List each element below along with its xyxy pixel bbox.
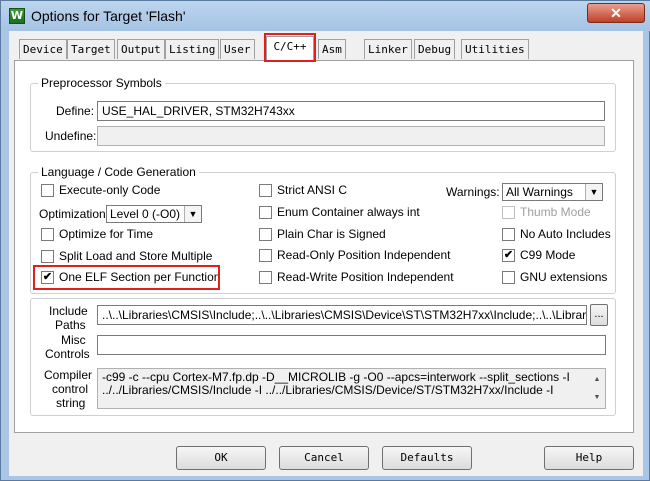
misc-controls-label-line1: Misc (61, 333, 86, 347)
tab-utilities[interactable]: Utilities (461, 39, 529, 59)
compiler-control-label-line3: string (56, 396, 86, 410)
tab-debug[interactable]: Debug (414, 39, 456, 59)
split-load-store-checkbox[interactable] (41, 250, 54, 263)
include-paths-input[interactable]: ..\..\Libraries\CMSIS\Include;..\..\Libr… (97, 305, 587, 325)
window-title: Options for Target 'Flash' (31, 8, 186, 24)
split-load-store-label: Split Load and Store Multiple (59, 249, 213, 263)
gnu-extensions-label: GNU extensions (520, 270, 608, 284)
plain-char-label: Plain Char is Signed (277, 227, 386, 241)
include-paths-label-line1: Include (49, 304, 88, 318)
compiler-control-label-line2: control (52, 382, 89, 396)
compiler-control-string[interactable]: -c99 -c --cpu Cortex-M7.fp.dp -D__MICROL… (97, 368, 606, 409)
execute-only-label: Execute-only Code (59, 183, 161, 197)
define-input[interactable]: USE_HAL_DRIVER, STM32H743xx (97, 101, 605, 121)
compiler-control-label-line1: Compiler (44, 368, 93, 382)
gnu-extensions-checkbox[interactable] (502, 271, 515, 284)
include-paths-label-line2: Paths (55, 318, 86, 332)
optimization-label: Optimization: (39, 207, 110, 221)
no-auto-includes-checkbox[interactable] (502, 228, 515, 241)
optimization-value: Level 0 (-O0) (110, 207, 181, 221)
tab-device[interactable]: Device (19, 39, 67, 59)
c99-mode-label: C99 Mode (520, 248, 576, 262)
title-bar[interactable]: W Options for Target 'Flash' ✕ (1, 1, 650, 31)
c99-mode-checkbox[interactable]: ✔ (502, 249, 515, 262)
chevron-down-icon: ▼ (585, 184, 602, 200)
enum-container-checkbox[interactable] (259, 206, 272, 219)
rw-position-checkbox[interactable] (259, 271, 272, 284)
define-label: Define: (56, 104, 95, 118)
help-button[interactable]: Help (544, 446, 634, 470)
browse-include-button[interactable]: ... (590, 304, 608, 326)
plain-char-checkbox[interactable] (259, 228, 272, 241)
compiler-control-line2: ../../Libraries/CMSIS/Include -I ../../L… (102, 383, 554, 397)
undefine-label: Undefine: (45, 129, 97, 143)
rw-position-label: Read-Write Position Independent (277, 270, 454, 284)
optimize-for-time-label: Optimize for Time (59, 227, 154, 241)
cancel-button[interactable]: Cancel (279, 446, 369, 470)
language-legend: Language / Code Generation (38, 165, 199, 179)
tab-linker[interactable]: Linker (364, 39, 412, 59)
scroll-up-icon[interactable]: ▲ (589, 373, 605, 386)
warnings-select[interactable]: All Warnings ▼ (502, 183, 603, 201)
undefine-input[interactable] (97, 126, 605, 146)
tab-asm[interactable]: Asm (318, 39, 346, 59)
tab-target[interactable]: Target (67, 39, 115, 59)
no-auto-includes-label: No Auto Includes (520, 227, 611, 241)
misc-controls-input[interactable] (97, 335, 606, 355)
tab-listing[interactable]: Listing (165, 39, 220, 59)
close-button[interactable]: ✕ (587, 3, 645, 23)
compiler-control-scrollbar[interactable]: ▲ ▼ (589, 369, 605, 408)
chevron-down-icon: ▼ (184, 206, 201, 222)
optimization-select[interactable]: Level 0 (-O0) ▼ (106, 205, 202, 223)
scroll-down-icon[interactable]: ▼ (589, 391, 605, 404)
ro-position-label: Read-Only Position Independent (277, 248, 451, 262)
one-elf-highlight-box (33, 265, 220, 290)
execute-only-checkbox[interactable] (41, 184, 54, 197)
thumb-mode-label: Thumb Mode (520, 205, 591, 219)
defaults-button[interactable]: Defaults (382, 446, 472, 470)
thumb-mode-checkbox[interactable] (502, 206, 515, 219)
strict-ansi-label: Strict ANSI C (277, 183, 348, 197)
tab-highlight-box (264, 33, 316, 62)
optimize-for-time-checkbox[interactable] (41, 228, 54, 241)
ok-button[interactable]: OK (176, 446, 266, 470)
misc-controls-label-line2: Controls (45, 347, 90, 361)
ro-position-checkbox[interactable] (259, 249, 272, 262)
enum-container-label: Enum Container always int (277, 205, 420, 219)
warnings-label: Warnings: (446, 185, 500, 199)
warnings-value: All Warnings (506, 185, 573, 199)
app-icon: W (9, 8, 25, 24)
tab-output[interactable]: Output (117, 39, 165, 59)
strict-ansi-checkbox[interactable] (259, 184, 272, 197)
tab-user[interactable]: User (220, 39, 255, 59)
preprocessor-legend: Preprocessor Symbols (38, 76, 165, 90)
